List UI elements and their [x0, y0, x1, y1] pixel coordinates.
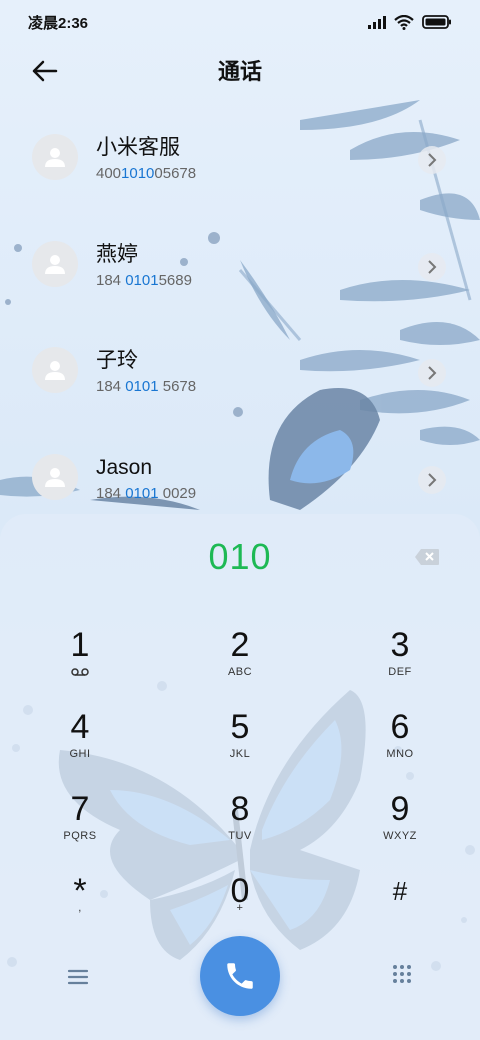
contact-number: 184 01015689 [96, 271, 192, 289]
contact-list: 小米客服 400101005678 燕婷 184 01015689 子玲 184… [0, 114, 480, 540]
dial-key-9[interactable]: 9 WXYZ [340, 790, 460, 860]
contact-name: 燕婷 [96, 242, 138, 266]
bottom-bar [0, 936, 480, 1016]
avatar [32, 240, 78, 287]
phone-icon [227, 963, 253, 989]
dialed-number[interactable]: 010 [0, 536, 480, 578]
page-title: 通话 [217, 59, 262, 84]
chevron-right-icon [428, 366, 437, 380]
avatar [32, 453, 78, 500]
dial-key-2[interactable]: 2 ABC [180, 626, 300, 696]
contact-details-button[interactable] [418, 146, 446, 174]
status-time: 凌晨2:36 [28, 14, 89, 32]
avatar [32, 134, 78, 180]
menu-icon[interactable] [66, 966, 90, 988]
battery-icon [422, 15, 451, 29]
chevron-right-icon [428, 259, 437, 274]
back-arrow-icon[interactable] [30, 56, 60, 86]
dial-key-8[interactable]: 8 TUV [180, 790, 300, 860]
call-button[interactable] [200, 936, 280, 1016]
voicemail-icon [71, 668, 89, 676]
contact-name: 子玲 [96, 349, 138, 372]
backspace-icon[interactable] [414, 548, 440, 566]
dial-key-5[interactable]: 5 JKL [180, 708, 300, 778]
status-icons [368, 14, 452, 30]
contact-item[interactable]: 燕婷 184 01015689 [0, 221, 480, 328]
dialpad-toggle-icon[interactable] [392, 964, 412, 984]
dial-key-1[interactable]: 1 [20, 626, 140, 696]
wifi-icon [394, 14, 414, 30]
contact-details-button[interactable] [418, 465, 446, 494]
header: 通话 [0, 44, 480, 96]
dial-key-star[interactable]: * , [20, 872, 140, 942]
dial-key-hash[interactable]: # [340, 872, 460, 942]
chevron-right-icon [428, 472, 437, 487]
chevron-right-icon [428, 153, 437, 167]
dial-key-4[interactable]: 4 GHI [20, 708, 140, 778]
contact-number: 184 0101 5678 [96, 378, 197, 395]
contact-details-button[interactable] [418, 252, 446, 281]
contact-item[interactable]: 小米客服 400101005678 [0, 114, 480, 221]
contact-number: 400101005678 [96, 165, 197, 182]
dial-key-3[interactable]: 3 DEF [340, 626, 460, 696]
person-icon [45, 148, 65, 167]
contact-number: 184 0101 0029 [96, 484, 197, 502]
contact-name: Jason [96, 455, 153, 479]
dial-key-0[interactable]: 0 + [180, 872, 300, 942]
dial-key-6[interactable]: 6 MNO [340, 708, 460, 778]
person-icon [45, 467, 65, 487]
avatar [32, 347, 78, 393]
dial-key-7[interactable]: 7 PQRS [20, 790, 140, 860]
person-icon [45, 254, 65, 274]
contact-details-button[interactable] [418, 359, 446, 387]
contact-name: 小米客服 [96, 136, 180, 159]
status-bar: 凌晨2:36 [0, 0, 480, 44]
contact-item[interactable]: 子玲 184 0101 5678 [0, 327, 480, 434]
signal-icon [368, 15, 386, 29]
person-icon [45, 361, 65, 380]
